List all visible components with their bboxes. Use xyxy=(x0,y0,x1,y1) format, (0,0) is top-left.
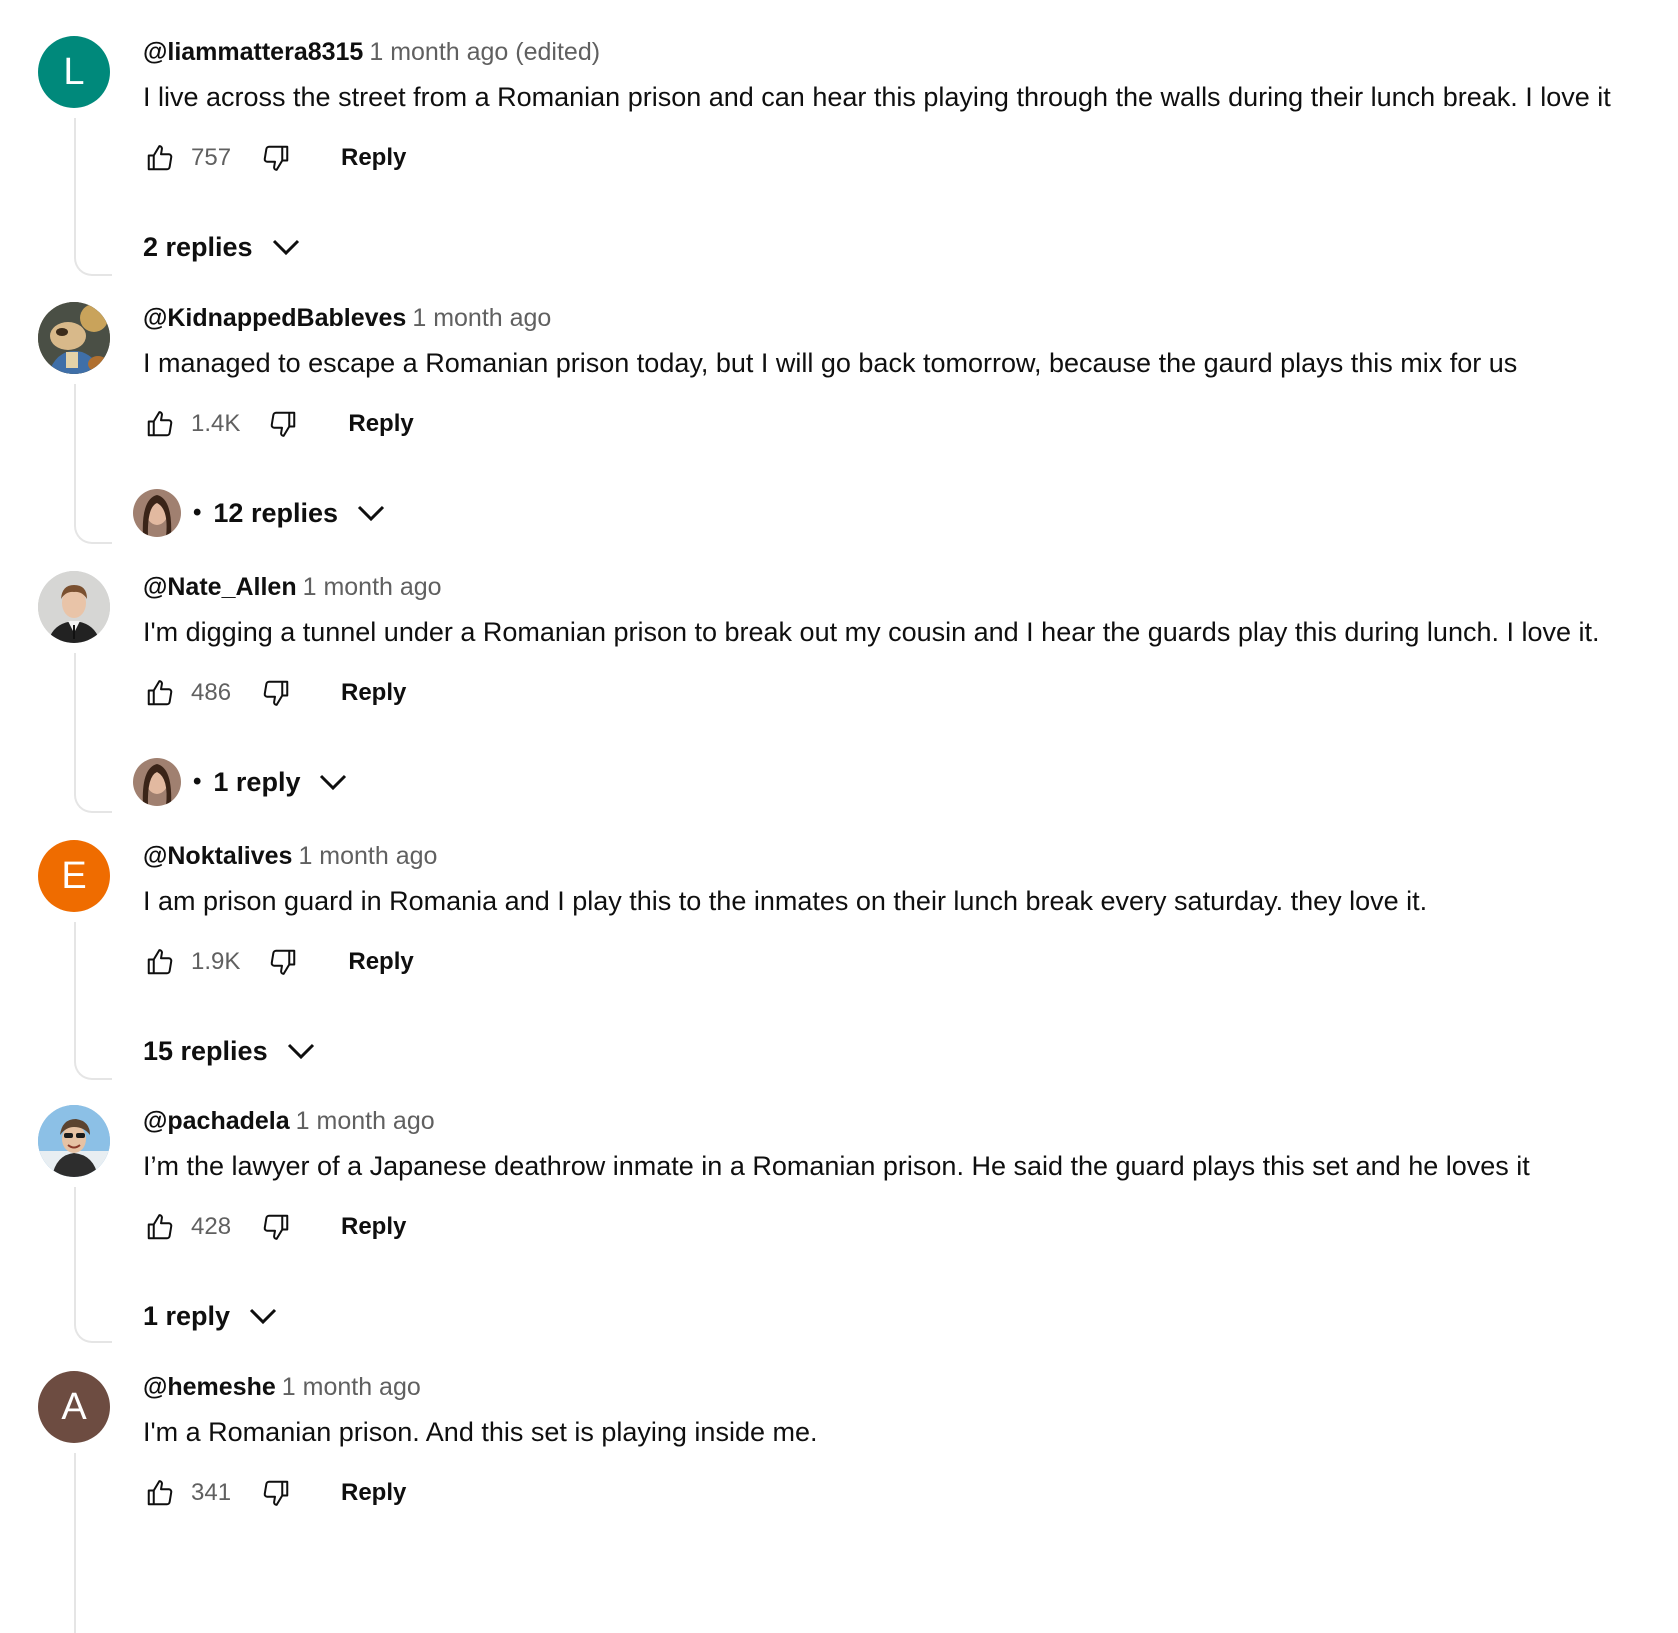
replies-count: 12 replies xyxy=(213,497,338,528)
comment-actions: 757 Reply xyxy=(143,134,406,182)
thread-connector xyxy=(74,1453,112,1633)
avatar-letter: E xyxy=(61,854,87,897)
avatar-letter: A xyxy=(61,1385,87,1428)
comment-text: I'm a Romanian prison. And this set is p… xyxy=(143,1417,818,1447)
thread-connector xyxy=(74,653,112,813)
comment-header: @Nate_Allen 1 month ago xyxy=(143,573,442,602)
comment-author[interactable]: @liammattera8315 xyxy=(143,38,363,66)
avatar-image xyxy=(38,302,110,374)
comment-time[interactable]: 1 month ago xyxy=(412,304,551,332)
like-icon[interactable] xyxy=(143,141,177,175)
comment-text: I am prison guard in Romania and I play … xyxy=(143,886,1428,916)
reply-button[interactable]: Reply xyxy=(348,940,413,984)
chevron-down-icon xyxy=(271,237,301,257)
comment-actions: 341 Reply xyxy=(143,1469,406,1517)
bullet-separator: • xyxy=(193,768,202,795)
avatar-image xyxy=(38,1105,110,1177)
replies-toggle[interactable]: 2 replies xyxy=(143,222,301,272)
comment-actions: 1.4K Reply xyxy=(143,400,414,448)
bullet-separator: • xyxy=(193,499,202,526)
like-icon[interactable] xyxy=(143,945,177,979)
avatar-letter: L xyxy=(63,50,85,93)
comment-header: @hemeshe 1 month ago xyxy=(143,1373,421,1402)
like-icon[interactable] xyxy=(143,407,177,441)
like-count: 428 xyxy=(191,1213,232,1240)
comment-author[interactable]: @Noktalives xyxy=(143,842,292,870)
like-count: 341 xyxy=(191,1479,232,1506)
comment-author[interactable]: @Nate_Allen xyxy=(143,573,297,601)
thread-connector xyxy=(74,118,112,276)
chevron-down-icon xyxy=(318,772,348,792)
replies-toggle[interactable]: 15 replies xyxy=(143,1026,316,1076)
like-count: 486 xyxy=(191,679,232,706)
like-icon[interactable] xyxy=(143,676,177,710)
dislike-icon[interactable] xyxy=(259,1210,293,1244)
replies-count: 15 replies xyxy=(143,1035,268,1066)
replies-toggle[interactable]: 1 reply xyxy=(143,1291,278,1341)
thread-connector xyxy=(74,1187,112,1343)
like-count: 757 xyxy=(191,144,232,171)
comment-author[interactable]: @KidnappedBableves xyxy=(143,304,406,332)
dislike-icon[interactable] xyxy=(266,407,300,441)
replies-toggle[interactable]: • 12 replies xyxy=(133,488,386,538)
avatar[interactable]: A xyxy=(38,1371,110,1443)
avatar[interactable] xyxy=(38,1105,110,1177)
reply-button[interactable]: Reply xyxy=(341,671,406,715)
comment-author[interactable]: @hemeshe xyxy=(143,1373,276,1401)
comment-time[interactable]: 1 month ago xyxy=(296,1107,435,1135)
creator-avatar xyxy=(133,758,181,806)
reply-button[interactable]: Reply xyxy=(341,136,406,180)
chevron-down-icon xyxy=(356,503,386,523)
dislike-icon[interactable] xyxy=(259,1476,293,1510)
comment-header: @KidnappedBableves 1 month ago xyxy=(143,304,551,333)
dislike-icon[interactable] xyxy=(259,676,293,710)
comment-time[interactable]: 1 month ago xyxy=(303,573,442,601)
comment-time[interactable]: 1 month ago (edited) xyxy=(369,38,600,66)
avatar[interactable] xyxy=(38,571,110,643)
like-icon[interactable] xyxy=(143,1476,177,1510)
comment-actions: 428 Reply xyxy=(143,1203,406,1251)
dislike-icon[interactable] xyxy=(266,945,300,979)
comment-header: @liammattera8315 1 month ago (edited) xyxy=(143,38,600,67)
comment-text: I live across the street from a Romanian… xyxy=(143,82,1611,112)
like-count: 1.4K xyxy=(191,410,241,437)
thread-connector xyxy=(74,922,112,1080)
replies-count: 1 reply xyxy=(143,1300,231,1331)
avatar[interactable] xyxy=(38,302,110,374)
comment-text: I managed to escape a Romanian prison to… xyxy=(143,348,1518,378)
chevron-down-icon xyxy=(248,1306,278,1326)
dislike-icon[interactable] xyxy=(259,141,293,175)
reply-button[interactable]: Reply xyxy=(341,1205,406,1249)
comment-time[interactable]: 1 month ago xyxy=(282,1373,421,1401)
comment-actions: 1.9K Reply xyxy=(143,938,414,986)
avatar[interactable]: L xyxy=(38,36,110,108)
chevron-down-icon xyxy=(286,1041,316,1061)
like-icon[interactable] xyxy=(143,1210,177,1244)
comment-time[interactable]: 1 month ago xyxy=(298,842,437,870)
comment-text: I'm digging a tunnel under a Romanian pr… xyxy=(143,617,1600,647)
comment-header: @Noktalives 1 month ago xyxy=(143,842,437,871)
replies-count: 1 reply xyxy=(213,766,301,797)
replies-toggle[interactable]: • 1 reply xyxy=(133,757,348,807)
reply-button[interactable]: Reply xyxy=(341,1471,406,1515)
creator-avatar xyxy=(133,489,181,537)
comment-header: @pachadela 1 month ago xyxy=(143,1107,435,1136)
comment-author[interactable]: @pachadela xyxy=(143,1107,290,1135)
avatar[interactable]: E xyxy=(38,840,110,912)
comment-actions: 486 Reply xyxy=(143,669,406,717)
avatar-image xyxy=(38,571,110,643)
thread-connector xyxy=(74,384,112,544)
like-count: 1.9K xyxy=(191,948,241,975)
replies-count: 2 replies xyxy=(143,231,253,262)
comment-text: I’m the lawyer of a Japanese deathrow in… xyxy=(143,1151,1530,1181)
reply-button[interactable]: Reply xyxy=(348,402,413,446)
